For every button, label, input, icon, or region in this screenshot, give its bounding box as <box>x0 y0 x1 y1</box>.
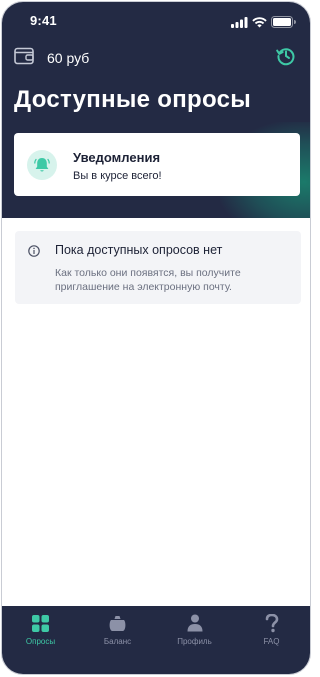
phone-frame: 9:41 60 руб Доступные опросы Уведомления… <box>1 1 311 675</box>
tab-faq-label: FAQ <box>263 637 280 646</box>
wallet-icon <box>14 47 34 70</box>
tab-faq[interactable]: FAQ <box>233 606 310 674</box>
empty-state-text: Как только они появятся, вы получите при… <box>55 267 241 293</box>
notifications-title: Уведомления <box>73 150 161 165</box>
signal-icon <box>231 15 248 33</box>
notifications-card[interactable]: Уведомления Вы в курсе всего! <box>14 133 300 196</box>
top-bar: 60 руб <box>14 46 298 70</box>
tab-surveys-label: Опросы <box>25 637 56 646</box>
battery-icon <box>271 15 296 33</box>
tab-balance-label: Баланс <box>103 637 132 646</box>
history-button[interactable] <box>274 46 298 70</box>
tab-bar: Опросы Баланс Профиль FAQ <box>2 606 310 674</box>
page-title: Доступные опросы <box>14 86 252 113</box>
tab-surveys[interactable]: Опросы <box>2 606 79 674</box>
empty-state-title: Пока доступных опросов нет <box>55 243 223 257</box>
history-icon <box>276 46 296 71</box>
wifi-icon <box>252 15 267 33</box>
tab-balance[interactable]: Баланс <box>79 606 156 674</box>
status-icons <box>231 15 296 33</box>
question-icon <box>261 613 283 633</box>
status-time: 9:41 <box>30 13 57 28</box>
bell-icon <box>27 150 57 180</box>
status-bar: 9:41 <box>2 12 310 30</box>
header: 9:41 60 руб Доступные опросы Уведомления… <box>2 2 310 218</box>
wallet-bag-icon <box>107 613 129 633</box>
tab-profile[interactable]: Профиль <box>156 606 233 674</box>
tab-profile-label: Профиль <box>177 637 212 646</box>
person-icon <box>184 613 206 633</box>
notifications-subtitle: Вы в курсе всего! <box>73 170 162 182</box>
grid-icon <box>30 613 52 633</box>
balance-amount: 60 руб <box>47 50 90 66</box>
empty-state-card: Пока доступных опросов нет Как только он… <box>15 231 301 304</box>
info-icon <box>28 244 40 257</box>
